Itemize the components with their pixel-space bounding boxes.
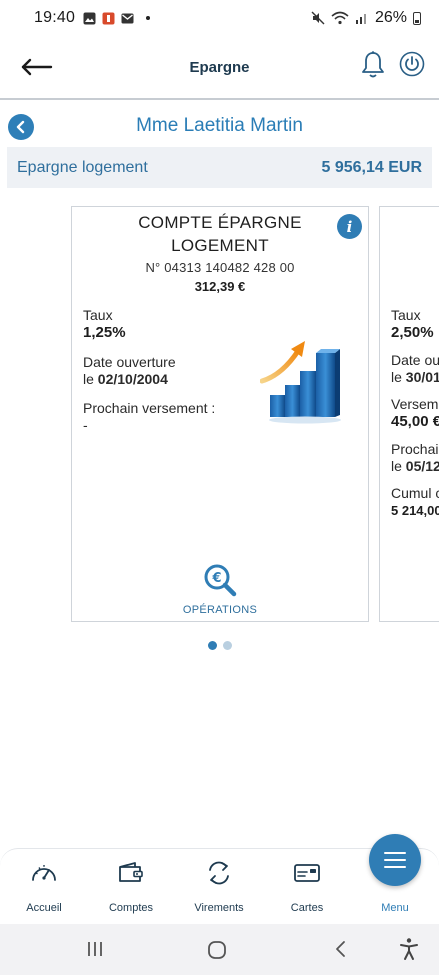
taux-field: Taux 1,25%	[83, 307, 215, 342]
hamburger-bar	[384, 859, 406, 861]
recent-apps-icon[interactable]	[86, 940, 104, 958]
svg-text:€: €	[211, 571, 221, 586]
more-notifications-icon	[146, 16, 151, 20]
account-summary[interactable]: Epargne logement 5 956,14 EUR	[7, 147, 432, 188]
date-prefix: le	[391, 369, 406, 385]
client-name: Mme Laetitia Martin	[136, 115, 303, 136]
nav-label: Cartes	[290, 902, 324, 914]
wallet-icon	[119, 862, 143, 882]
cumul-value: 5 214,00	[391, 503, 439, 518]
pager-dot-active[interactable]	[207, 641, 217, 650]
mail-icon	[121, 13, 134, 23]
account-balance: 312,39 €	[194, 279, 246, 294]
nav-cartes[interactable]: Cartes	[263, 859, 351, 914]
hamburger-bar	[384, 852, 406, 854]
app-icon	[102, 12, 115, 24]
card-title-line2: LOGEMENT	[171, 236, 269, 255]
prochain-field: Prochai le 05/12	[391, 441, 439, 475]
card-title-line1: COMPTE ÉPARGNE	[138, 213, 302, 232]
card-fields: Taux 1,25% Date ouverture le 02/10/2004 …	[83, 307, 215, 446]
signal-icon	[355, 14, 366, 24]
operations-button[interactable]: € OPÉRATIONS	[72, 563, 368, 616]
date-field: Date ouverture le 02/10/2004	[83, 354, 215, 388]
prochain-label: Prochain versement :	[83, 400, 216, 416]
versement-label: Versem	[391, 396, 439, 412]
date-line: le 02/10/2004	[83, 371, 215, 388]
prochain-prefix: le	[391, 458, 406, 474]
app-header: Epargne	[0, 36, 439, 100]
card-icon	[294, 864, 320, 882]
nav-comptes[interactable]: Comptes	[87, 859, 175, 914]
taux-label: Taux	[83, 307, 113, 323]
euro-search-icon: €	[204, 564, 237, 597]
wifi-icon	[331, 11, 349, 25]
image-icon	[83, 12, 96, 24]
taux-field: Taux 2,50%	[391, 307, 439, 342]
transfer-icon	[209, 861, 229, 885]
hamburger-bar	[384, 866, 406, 868]
info-icon[interactable]: i	[337, 214, 362, 239]
account-card[interactable]: i COMPTE ÉPARGNE LOGEMENT N° 04313 14048…	[71, 206, 369, 622]
versement-value: 45,00 €	[391, 413, 439, 430]
nav-label: Menu	[381, 902, 409, 914]
taux-value: 2,50%	[391, 324, 434, 341]
prochain-label: Prochai	[391, 441, 439, 457]
power-icon[interactable]	[399, 51, 425, 77]
nav-label: Virements	[194, 902, 244, 914]
nav-label: Comptes	[108, 902, 154, 914]
prochain-field: Prochain versement : -	[83, 400, 215, 434]
summary-label: Epargne logement	[17, 158, 148, 176]
taux-label: Taux	[391, 307, 421, 323]
date-label: Date ouverture	[83, 354, 176, 370]
status-time: 19:40	[34, 9, 76, 26]
status-right: 26%	[311, 9, 421, 27]
bell-icon[interactable]	[360, 50, 386, 80]
cumul-field: Cumul c 5 214,00	[391, 485, 439, 520]
system-back-icon[interactable]	[333, 940, 349, 958]
accessibility-icon[interactable]	[398, 937, 420, 961]
date-value: 30/01	[405, 369, 439, 385]
hamburger-icon[interactable]	[369, 834, 421, 886]
battery-percent: 26%	[374, 9, 407, 26]
client-row: Mme Laetitia Martin	[0, 112, 439, 142]
prochain-value: -	[83, 417, 88, 433]
prochain-value: 05/12	[405, 458, 439, 474]
account-number: N° 04313 140482 428 00	[145, 260, 295, 275]
nav-virements[interactable]: Virements	[175, 859, 263, 914]
status-notification-icons	[83, 12, 151, 25]
date-label: Date ou	[391, 352, 439, 368]
operations-label: OPÉRATIONS	[182, 604, 258, 616]
date-value: 02/10/2004	[97, 371, 168, 387]
mute-icon	[311, 11, 325, 25]
versement-field: Versem 45,00 €	[391, 396, 439, 431]
prochain-line: le 05/12	[391, 458, 439, 475]
home-icon[interactable]	[207, 940, 227, 960]
taux-value: 1,25%	[83, 324, 126, 341]
battery-icon	[413, 11, 421, 25]
account-card-next[interactable]: Taux 2,50% Date ou le 30/01 Versem 45,00…	[379, 206, 439, 622]
growth-chart-icon	[260, 341, 341, 424]
card-fields: Taux 2,50% Date ou le 30/01 Versem 45,00…	[391, 307, 439, 530]
cumul-label: Cumul c	[391, 485, 439, 501]
speedometer-icon	[32, 865, 56, 881]
summary-amount: 5 956,14 EUR	[321, 158, 422, 176]
date-field: Date ou le 30/01	[391, 352, 439, 386]
date-line: le 30/01	[391, 369, 439, 386]
status-bar: 19:40 26%	[0, 0, 439, 36]
nav-label: Accueil	[26, 902, 62, 914]
date-prefix: le	[83, 371, 98, 387]
carousel-pager	[0, 641, 439, 650]
pager-dot[interactable]	[222, 641, 232, 650]
nav-accueil[interactable]: Accueil	[0, 859, 88, 914]
system-navigation-bar	[0, 924, 439, 975]
card-title: COMPTE ÉPARGNE LOGEMENT	[72, 211, 368, 257]
